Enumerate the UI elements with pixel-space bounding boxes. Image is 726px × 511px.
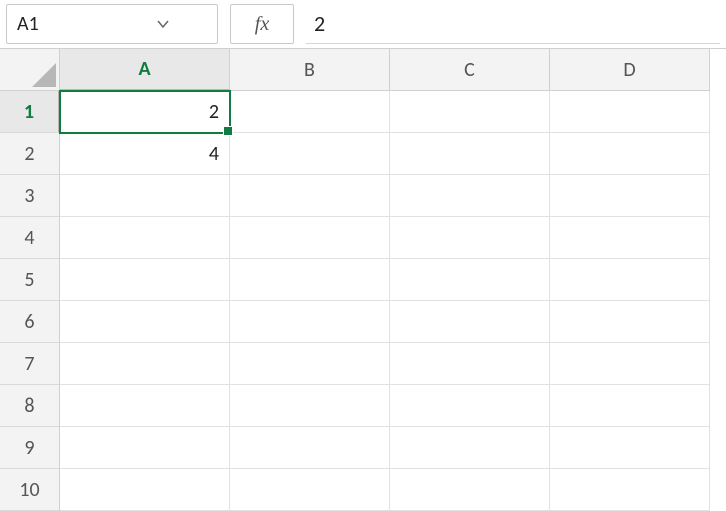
row-header-5[interactable]: 5 bbox=[0, 259, 60, 301]
cell-A6[interactable] bbox=[60, 301, 230, 343]
cell-D8[interactable] bbox=[550, 385, 710, 427]
cell-A8[interactable] bbox=[60, 385, 230, 427]
cell-C5[interactable] bbox=[390, 259, 550, 301]
cell-C4[interactable] bbox=[390, 217, 550, 259]
column-header-C[interactable]: C bbox=[390, 49, 550, 91]
row-header-10[interactable]: 10 bbox=[0, 469, 60, 511]
cell-D1[interactable] bbox=[550, 91, 710, 133]
cell-B5[interactable] bbox=[230, 259, 390, 301]
row-header-8[interactable]: 8 bbox=[0, 385, 60, 427]
cell-A4[interactable] bbox=[60, 217, 230, 259]
cell-A10[interactable] bbox=[60, 469, 230, 511]
cell-B4[interactable] bbox=[230, 217, 390, 259]
insert-function-button[interactable]: fx bbox=[230, 4, 294, 44]
cell-A2[interactable]: 4 bbox=[60, 133, 230, 175]
cell-B7[interactable] bbox=[230, 343, 390, 385]
cell-B10[interactable] bbox=[230, 469, 390, 511]
column-header-A[interactable]: A bbox=[60, 49, 230, 91]
cell-A1[interactable]: 2 bbox=[60, 91, 230, 133]
chevron-down-icon[interactable] bbox=[114, 15, 211, 33]
cell-D5[interactable] bbox=[550, 259, 710, 301]
cell-C8[interactable] bbox=[390, 385, 550, 427]
cell-B8[interactable] bbox=[230, 385, 390, 427]
cell-B1[interactable] bbox=[230, 91, 390, 133]
cell-D4[interactable] bbox=[550, 217, 710, 259]
cell-C6[interactable] bbox=[390, 301, 550, 343]
cell-D6[interactable] bbox=[550, 301, 710, 343]
cell-C2[interactable] bbox=[390, 133, 550, 175]
cell-D2[interactable] bbox=[550, 133, 710, 175]
cell-C7[interactable] bbox=[390, 343, 550, 385]
formula-input[interactable]: 2 bbox=[306, 4, 720, 44]
cell-A9[interactable] bbox=[60, 427, 230, 469]
cell-C10[interactable] bbox=[390, 469, 550, 511]
cell-B2[interactable] bbox=[230, 133, 390, 175]
cell-C9[interactable] bbox=[390, 427, 550, 469]
name-box[interactable]: A1 bbox=[6, 4, 218, 44]
row-header-3[interactable]: 3 bbox=[0, 175, 60, 217]
row-header-9[interactable]: 9 bbox=[0, 427, 60, 469]
cell-A5[interactable] bbox=[60, 259, 230, 301]
row-header-7[interactable]: 7 bbox=[0, 343, 60, 385]
formula-input-value: 2 bbox=[314, 10, 325, 37]
column-header-B[interactable]: B bbox=[230, 49, 390, 91]
cell-B6[interactable] bbox=[230, 301, 390, 343]
cell-D3[interactable] bbox=[550, 175, 710, 217]
cell-D10[interactable] bbox=[550, 469, 710, 511]
sheet-grid: A B C D 1 2 2 4 3 4 5 6 7 8 9 bbox=[0, 48, 726, 511]
cell-B9[interactable] bbox=[230, 427, 390, 469]
cell-C1[interactable] bbox=[390, 91, 550, 133]
select-all-corner[interactable] bbox=[0, 49, 60, 91]
cell-A3[interactable] bbox=[60, 175, 230, 217]
cell-C3[interactable] bbox=[390, 175, 550, 217]
cell-B3[interactable] bbox=[230, 175, 390, 217]
cell-D9[interactable] bbox=[550, 427, 710, 469]
fx-icon: fx bbox=[255, 13, 269, 36]
row-header-4[interactable]: 4 bbox=[0, 217, 60, 259]
cell-A7[interactable] bbox=[60, 343, 230, 385]
cell-D7[interactable] bbox=[550, 343, 710, 385]
row-header-1[interactable]: 1 bbox=[0, 91, 60, 133]
row-header-6[interactable]: 6 bbox=[0, 301, 60, 343]
row-header-2[interactable]: 2 bbox=[0, 133, 60, 175]
column-header-D[interactable]: D bbox=[550, 49, 710, 91]
name-box-value: A1 bbox=[17, 12, 114, 36]
formula-bar: A1 fx 2 bbox=[0, 0, 726, 48]
